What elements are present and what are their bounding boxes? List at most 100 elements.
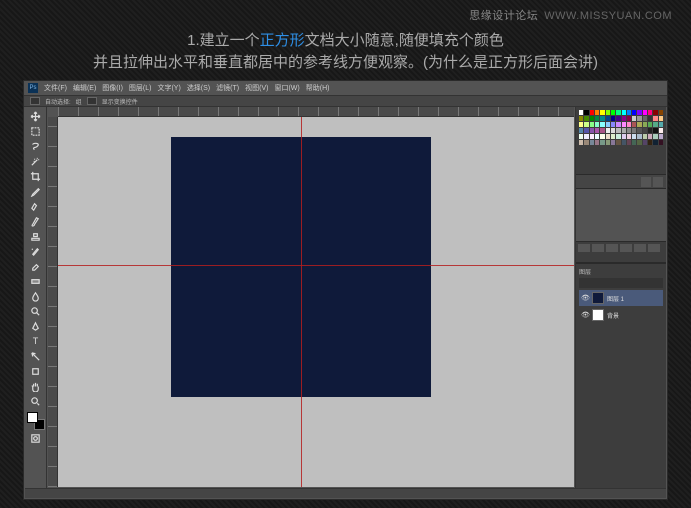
swatch-cell[interactable] [616, 140, 620, 145]
swatch-cell[interactable] [579, 122, 583, 127]
panel-icon[interactable] [641, 177, 651, 187]
adj-icon[interactable] [634, 244, 646, 252]
swatch-cell[interactable] [659, 116, 663, 121]
swatch-cell[interactable] [653, 122, 657, 127]
guide-horizontal[interactable] [58, 265, 574, 266]
swatch-cell[interactable] [611, 110, 615, 115]
adj-icon[interactable] [592, 244, 604, 252]
swatch-cell[interactable] [659, 122, 663, 127]
swatch-cell[interactable] [606, 122, 610, 127]
lasso-tool-icon[interactable] [27, 139, 45, 153]
swatch-cell[interactable] [627, 134, 631, 139]
menu-help[interactable]: 帮助(H) [306, 83, 330, 93]
menu-edit[interactable]: 编辑(E) [73, 83, 96, 93]
path-tool-icon[interactable] [27, 349, 45, 363]
canvas[interactable] [58, 117, 574, 487]
zoom-tool-icon[interactable] [27, 394, 45, 408]
crop-tool-icon[interactable] [27, 169, 45, 183]
layer-thumb-icon[interactable] [592, 292, 604, 304]
marquee-tool-icon[interactable] [27, 124, 45, 138]
swatch-cell[interactable] [643, 110, 647, 115]
swatch-cell[interactable] [653, 128, 657, 133]
type-tool-icon[interactable]: T [27, 334, 45, 348]
swatch-cell[interactable] [606, 128, 610, 133]
swatch-cell[interactable] [627, 110, 631, 115]
swatch-cell[interactable] [648, 128, 652, 133]
swatch-cell[interactable] [627, 140, 631, 145]
hand-tool-icon[interactable] [27, 379, 45, 393]
pen-tool-icon[interactable] [27, 319, 45, 333]
opt-autoselect-value[interactable]: 组 [76, 97, 82, 106]
move-tool-icon[interactable] [27, 109, 45, 123]
swatch-cell[interactable] [611, 128, 615, 133]
menu-select[interactable]: 选择(S) [187, 83, 210, 93]
gradient-tool-icon[interactable] [27, 274, 45, 288]
heal-tool-icon[interactable] [27, 199, 45, 213]
adj-icon[interactable] [648, 244, 660, 252]
swatch-cell[interactable] [622, 116, 626, 121]
swatch-cell[interactable] [632, 116, 636, 121]
swatch-cell[interactable] [611, 116, 615, 121]
swatch-cell[interactable] [600, 122, 604, 127]
menu-window[interactable]: 窗口(W) [274, 83, 299, 93]
swatch-cell[interactable] [637, 134, 641, 139]
swatch-cell[interactable] [637, 122, 641, 127]
swatch-cell[interactable] [616, 134, 620, 139]
swatch-cell[interactable] [579, 110, 583, 115]
swatch-cell[interactable] [584, 128, 588, 133]
swatch-cell[interactable] [653, 116, 657, 121]
stamp-tool-icon[interactable] [27, 229, 45, 243]
color-swatch-icon[interactable] [27, 412, 45, 430]
swatch-cell[interactable] [606, 110, 610, 115]
swatch-cell[interactable] [659, 128, 663, 133]
swatch-cell[interactable] [595, 122, 599, 127]
swatch-cell[interactable] [643, 116, 647, 121]
menu-image[interactable]: 图像(I) [102, 83, 123, 93]
swatch-cell[interactable] [600, 116, 604, 121]
visibility-icon[interactable]: 👁 [581, 311, 589, 319]
swatch-cell[interactable] [632, 122, 636, 127]
swatch-cell[interactable] [643, 140, 647, 145]
layer-row[interactable]: 👁 背景 [579, 307, 663, 323]
adj-icon[interactable] [606, 244, 618, 252]
brush-tool-icon[interactable] [27, 214, 45, 228]
swatch-cell[interactable] [643, 122, 647, 127]
swatch-cell[interactable] [648, 116, 652, 121]
swatch-cell[interactable] [648, 122, 652, 127]
menu-type[interactable]: 文字(Y) [157, 83, 180, 93]
swatch-cell[interactable] [611, 134, 615, 139]
wand-tool-icon[interactable] [27, 154, 45, 168]
swatch-cell[interactable] [632, 134, 636, 139]
swatch-cell[interactable] [611, 122, 615, 127]
swatch-cell[interactable] [648, 110, 652, 115]
swatch-cell[interactable] [643, 134, 647, 139]
swatch-cell[interactable] [616, 110, 620, 115]
swatch-cell[interactable] [627, 116, 631, 121]
swatch-cell[interactable] [595, 116, 599, 121]
swatch-cell[interactable] [595, 110, 599, 115]
swatch-cell[interactable] [616, 116, 620, 121]
dodge-tool-icon[interactable] [27, 304, 45, 318]
swatch-cell[interactable] [648, 134, 652, 139]
swatch-cell[interactable] [659, 110, 663, 115]
swatch-cell[interactable] [590, 134, 594, 139]
menu-view[interactable]: 视图(V) [245, 83, 268, 93]
swatch-cell[interactable] [600, 128, 604, 133]
swatch-cell[interactable] [584, 122, 588, 127]
swatch-cell[interactable] [622, 110, 626, 115]
swatch-cell[interactable] [606, 140, 610, 145]
swatch-cell[interactable] [606, 134, 610, 139]
tool-preset-icon[interactable] [30, 97, 40, 105]
swatch-cell[interactable] [653, 140, 657, 145]
swatch-cell[interactable] [600, 110, 604, 115]
panel-icon[interactable] [653, 177, 663, 187]
swatch-cell[interactable] [653, 134, 657, 139]
swatch-cell[interactable] [590, 122, 594, 127]
swatch-cell[interactable] [643, 128, 647, 133]
ruler-vertical[interactable] [48, 117, 58, 487]
swatch-cell[interactable] [622, 122, 626, 127]
swatch-cell[interactable] [584, 140, 588, 145]
swatch-cell[interactable] [611, 140, 615, 145]
menu-file[interactable]: 文件(F) [44, 83, 67, 93]
swatch-cell[interactable] [659, 140, 663, 145]
